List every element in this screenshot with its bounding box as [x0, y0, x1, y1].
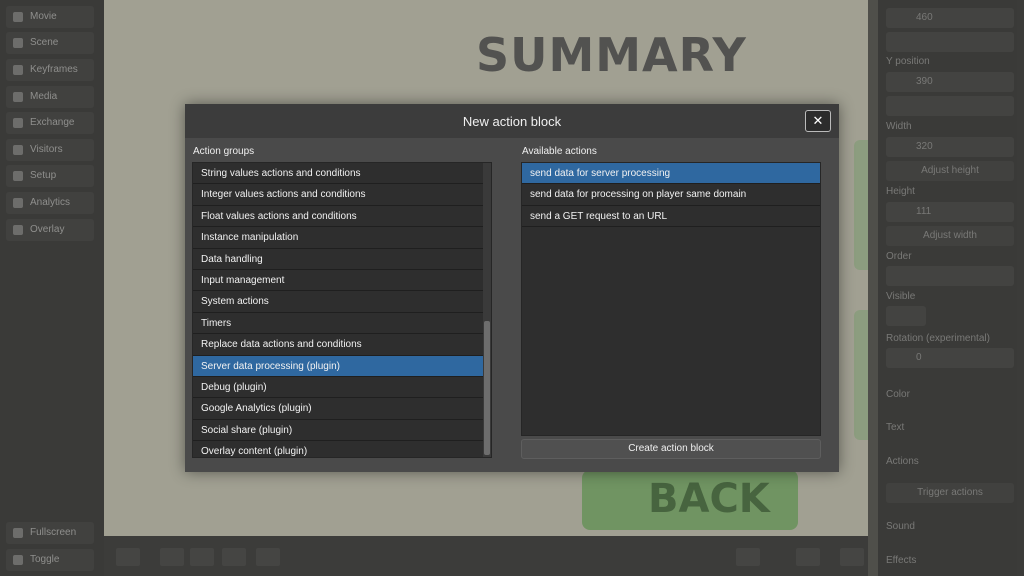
action-group-item-label: Integer values actions and conditions	[201, 189, 366, 201]
create-action-block-button[interactable]: Create action block	[521, 439, 821, 459]
scrollbar[interactable]	[483, 163, 491, 457]
action-group-item[interactable]: Data handling	[193, 249, 484, 270]
available-actions-label: Available actions	[522, 146, 597, 157]
action-group-item-label: Timers	[201, 317, 232, 329]
dialog-title: New action block	[462, 114, 562, 129]
action-group-item-label: String values actions and conditions	[201, 168, 361, 179]
action-group-item[interactable]: Input management	[193, 270, 484, 292]
action-group-item[interactable]: Debug (plugin)	[193, 377, 484, 399]
action-group-item[interactable]: Integer values actions and conditions	[193, 184, 484, 206]
dialog-header: New action block ✕	[185, 104, 839, 138]
close-button[interactable]: ✕	[805, 110, 831, 132]
action-group-item[interactable]: Social share (plugin)	[193, 420, 484, 442]
available-action-item[interactable]: send data for processing on player same …	[522, 184, 820, 206]
action-group-item[interactable]: Replace data actions and conditions	[193, 334, 484, 356]
action-group-item[interactable]: Instance manipulation	[193, 227, 484, 249]
action-group-item-label: Social share (plugin)	[201, 424, 293, 436]
available-action-item-label: send a GET request to an URL	[530, 210, 668, 222]
available-action-item[interactable]: send a GET request to an URL	[522, 206, 820, 228]
action-group-item-label: Replace data actions and conditions	[201, 339, 362, 351]
action-group-item-label: Input management	[201, 274, 285, 286]
scrollbar-thumb[interactable]	[484, 321, 490, 455]
action-group-item-label: Server data processing (plugin)	[201, 360, 340, 372]
available-action-item-label: send data for processing on player same …	[530, 189, 747, 201]
action-group-item-label: Google Analytics (plugin)	[201, 403, 312, 415]
action-group-item[interactable]: Float values actions and conditions	[193, 206, 484, 228]
action-group-item-label: System actions	[201, 296, 269, 308]
action-group-item[interactable]: Google Analytics (plugin)	[193, 398, 484, 420]
action-groups-list[interactable]: String values actions and conditions Inte…	[192, 162, 492, 458]
action-group-item-label: Data handling	[201, 253, 263, 265]
action-groups-label: Action groups	[193, 146, 255, 157]
action-group-item-label: Overlay content (plugin)	[201, 446, 308, 458]
action-group-item-label: Debug (plugin)	[201, 381, 267, 393]
action-group-item[interactable]: Timers	[193, 313, 484, 335]
action-group-item[interactable]: Overlay content (plugin)	[193, 441, 484, 458]
action-group-item[interactable]: System actions	[193, 291, 484, 313]
available-actions-items: send data for server processing send data…	[522, 163, 820, 228]
action-group-item[interactable]: String values actions and conditions	[193, 163, 484, 185]
available-actions-list[interactable]: send data for server processing send data…	[521, 162, 821, 436]
close-icon: ✕	[812, 113, 824, 128]
action-group-item-label: Float values actions and conditions	[201, 210, 357, 222]
action-group-item[interactable]: Server data processing (plugin)	[193, 355, 484, 377]
action-group-item-label: Instance manipulation	[201, 232, 299, 244]
available-action-item[interactable]: send data for server processing	[522, 163, 820, 185]
action-groups-items: String values actions and conditions Inte…	[193, 163, 484, 458]
available-action-item-label: send data for server processing	[530, 168, 671, 179]
new-action-block-dialog: New action block ✕ Action groups Availab…	[185, 104, 839, 472]
